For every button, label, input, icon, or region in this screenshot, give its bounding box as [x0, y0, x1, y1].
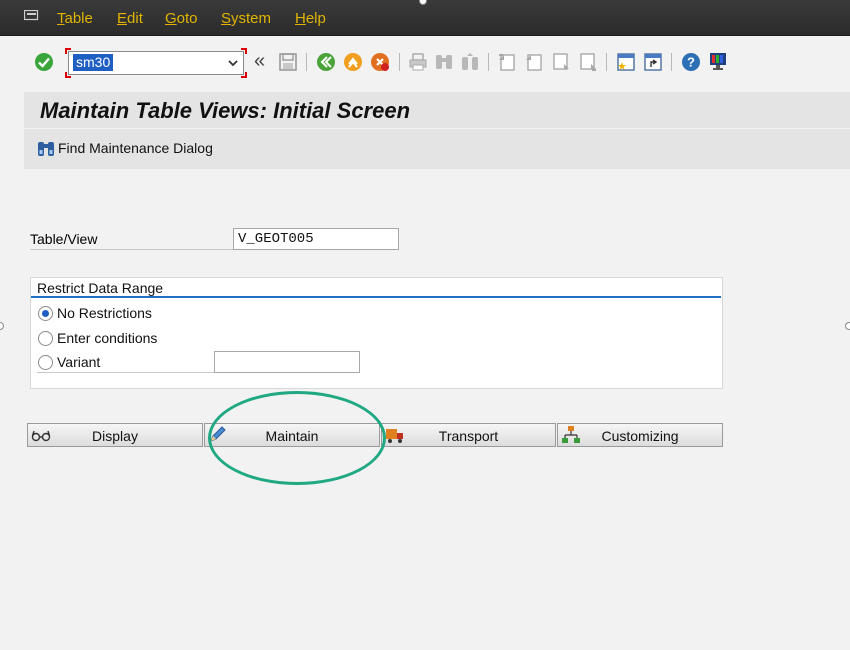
- cancel-icon[interactable]: [370, 52, 390, 72]
- toolbar-separator: [671, 53, 672, 71]
- menu-label: able: [64, 10, 93, 27]
- menu-label: oto: [176, 10, 198, 27]
- exit-icon[interactable]: [343, 52, 363, 72]
- help-icon[interactable]: ?: [681, 52, 701, 72]
- focus-corner: [241, 72, 247, 78]
- toolbar-separator: [488, 53, 489, 71]
- customizing-label: Customizing: [601, 428, 679, 444]
- radio-button[interactable]: [38, 354, 53, 370]
- find-maintenance-dialog-label: Find Maintenance Dialog: [58, 140, 213, 156]
- display-label: Display: [92, 428, 138, 444]
- toolbar-separator: [399, 53, 400, 71]
- print-icon[interactable]: [408, 52, 428, 72]
- menu-accel: H: [295, 10, 306, 27]
- window-resize-handle[interactable]: [845, 322, 850, 330]
- radio-variant[interactable]: Variant: [38, 352, 100, 372]
- expand-command-icon[interactable]: «: [254, 50, 265, 73]
- focus-corner: [65, 48, 71, 54]
- next-page-icon[interactable]: [551, 52, 571, 72]
- previous-page-icon[interactable]: [524, 52, 544, 72]
- radio-label: Variant: [57, 354, 101, 370]
- shortcut-icon[interactable]: [643, 52, 663, 72]
- radio-label: No Restrictions: [57, 305, 152, 321]
- system-menu-icon[interactable]: [24, 10, 40, 22]
- radio-button[interactable]: [38, 305, 53, 321]
- binoculars-icon: [38, 142, 54, 156]
- radio-label: Enter conditions: [57, 330, 158, 346]
- maintain-button[interactable]: Maintain: [204, 423, 380, 447]
- first-page-icon[interactable]: [497, 52, 517, 72]
- menu-table[interactable]: Table: [57, 10, 93, 27]
- group-title: Restrict Data Range: [37, 280, 164, 296]
- window-resize-handle[interactable]: [0, 322, 4, 330]
- customize-layout-icon[interactable]: [708, 51, 728, 71]
- menu-edit[interactable]: Edit: [117, 10, 143, 27]
- create-session-icon[interactable]: [616, 52, 636, 72]
- enter-icon[interactable]: [34, 52, 54, 72]
- focus-corner: [65, 72, 71, 78]
- find-icon[interactable]: [434, 52, 454, 72]
- menu-accel: E: [117, 10, 128, 27]
- variant-row-divider: [37, 372, 214, 373]
- table-view-input[interactable]: V_GEOT005: [233, 228, 399, 250]
- radio-no-restrictions[interactable]: No Restrictions: [38, 303, 152, 323]
- menu-system[interactable]: System: [221, 10, 271, 27]
- menu-label: dit: [127, 10, 143, 27]
- menu-accel: S: [221, 10, 232, 27]
- display-button[interactable]: Display: [27, 423, 203, 447]
- menu-accel: T: [57, 10, 65, 27]
- table-view-label: Table/View: [30, 230, 234, 250]
- menu-label: elp: [305, 10, 326, 27]
- radio-enter-conditions[interactable]: Enter conditions: [38, 328, 157, 348]
- toolbar-separator: [606, 53, 607, 71]
- menu-accel: G: [165, 10, 177, 27]
- menu-goto[interactable]: Goto: [165, 10, 198, 27]
- find-next-icon[interactable]: [460, 52, 480, 72]
- focus-corner: [241, 48, 247, 54]
- toolbar-separator: [306, 53, 307, 71]
- transport-label: Transport: [438, 428, 499, 444]
- chevron-down-icon[interactable]: [226, 56, 240, 70]
- group-divider: [31, 296, 721, 298]
- page-title: Maintain Table Views: Initial Screen: [40, 98, 411, 123]
- save-icon[interactable]: [278, 52, 298, 72]
- radio-button[interactable]: [38, 330, 53, 346]
- svg-text:?: ?: [687, 55, 695, 70]
- menu-label: ystem: [231, 10, 272, 27]
- command-input-value[interactable]: sm30: [73, 54, 114, 71]
- maintain-label: Maintain: [265, 428, 319, 444]
- menu-help[interactable]: Help: [295, 10, 326, 27]
- find-maintenance-dialog-button[interactable]: Find Maintenance Dialog: [36, 137, 213, 159]
- transport-button[interactable]: Transport: [381, 423, 556, 447]
- variant-input[interactable]: [214, 351, 360, 373]
- customizing-button[interactable]: Customizing: [557, 423, 723, 447]
- menu-bar: Table Edit Goto System Help: [0, 0, 850, 36]
- last-page-icon[interactable]: [578, 52, 598, 72]
- back-icon[interactable]: [316, 52, 336, 72]
